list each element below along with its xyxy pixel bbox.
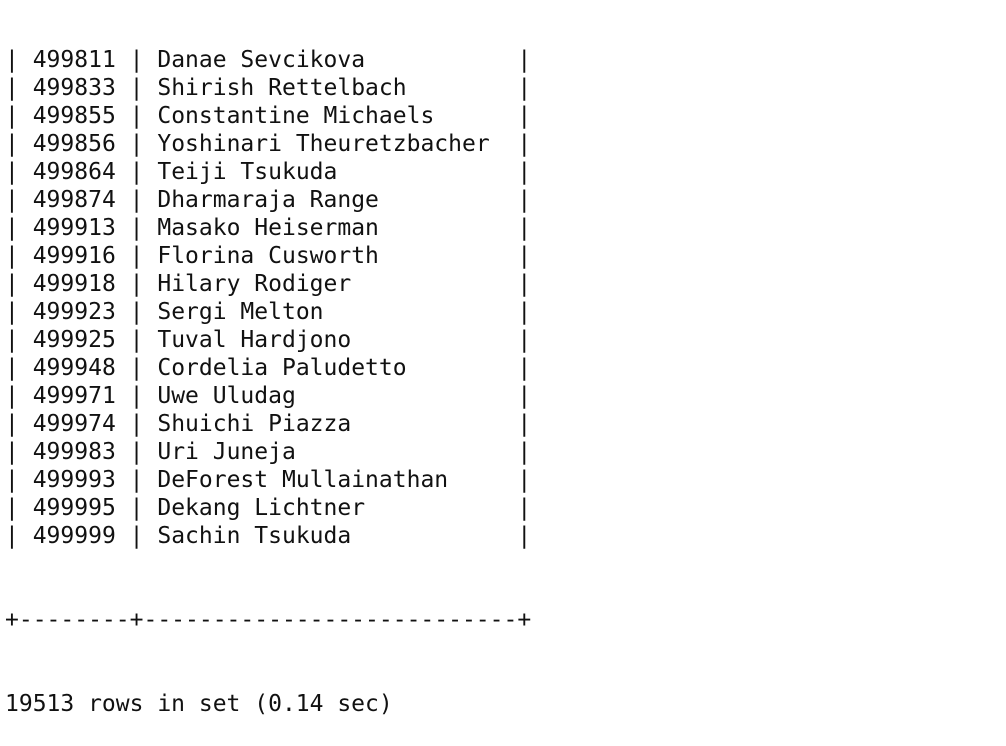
row-id: 499864 — [32, 159, 116, 185]
row-id: 499925 — [32, 327, 116, 353]
query-status: 19513 rows in set (0.14 sec) — [5, 691, 393, 717]
row-id: 499948 — [32, 355, 116, 381]
row-name: Hilary Rodiger — [157, 271, 352, 297]
row-name: Uwe Uludag — [157, 383, 296, 409]
row-name: Teiji Tsukuda — [157, 159, 338, 185]
row-id: 499811 — [32, 47, 116, 73]
row-id: 499974 — [32, 411, 116, 437]
row-id: 499999 — [32, 523, 116, 549]
table-row: | 499856 | Yoshinari Theuretzbacher | — [5, 131, 532, 157]
table-bottom-border: +--------+---------------------------+ — [5, 607, 532, 633]
row-name: Constantine Michaels — [157, 103, 435, 129]
table-row: | 499983 | Uri Juneja | — [5, 439, 532, 465]
row-name: Dekang Lichtner — [157, 495, 366, 521]
table-row: | 499918 | Hilary Rodiger | — [5, 271, 532, 297]
terminal-output[interactable]: | 499811 | Danae Sevcikova | | 499833 | S… — [5, 0, 1005, 746]
row-name: Uri Juneja — [157, 439, 296, 465]
table-row: | 499974 | Shuichi Piazza | — [5, 411, 532, 437]
row-name: Yoshinari Theuretzbacher — [157, 131, 490, 157]
row-id: 499856 — [32, 131, 116, 157]
row-id: 499833 — [32, 75, 116, 101]
row-name: Masako Heiserman — [157, 215, 379, 241]
table-row: | 499971 | Uwe Uludag | — [5, 383, 532, 409]
table-row: | 499864 | Teiji Tsukuda | — [5, 159, 532, 185]
row-name: Florina Cusworth — [157, 243, 379, 269]
row-id: 499874 — [32, 187, 116, 213]
row-id: 499971 — [32, 383, 116, 409]
table-row: | 499995 | Dekang Lichtner | — [5, 495, 532, 521]
row-id: 499913 — [32, 215, 116, 241]
table-row: | 499923 | Sergi Melton | — [5, 299, 532, 325]
row-name: Sergi Melton — [157, 299, 324, 325]
row-name: Shirish Rettelbach — [157, 75, 407, 101]
table-row: | 499993 | DeForest Mullainathan | — [5, 467, 532, 493]
row-id: 499995 — [32, 495, 116, 521]
row-id: 499923 — [32, 299, 116, 325]
row-name: Cordelia Paludetto — [157, 355, 407, 381]
row-id: 499983 — [32, 439, 116, 465]
row-id: 499993 — [32, 467, 116, 493]
row-name: DeForest Mullainathan — [157, 467, 449, 493]
table-row: | 499833 | Shirish Rettelbach | — [5, 75, 532, 101]
row-id: 499916 — [32, 243, 116, 269]
table-row: | 499874 | Dharmaraja Range | — [5, 187, 532, 213]
result-table: | 499811 | Danae Sevcikova | | 499833 | S… — [5, 46, 1005, 550]
row-name: Tuval Hardjono — [157, 327, 352, 353]
table-row: | 499913 | Masako Heiserman | — [5, 215, 532, 241]
table-row: | 499925 | Tuval Hardjono | — [5, 327, 532, 353]
table-row: | 499948 | Cordelia Paludetto | — [5, 355, 532, 381]
table-row: | 499811 | Danae Sevcikova | — [5, 47, 532, 73]
row-id: 499855 — [32, 103, 116, 129]
table-row: | 499999 | Sachin Tsukuda | — [5, 523, 532, 549]
row-name: Shuichi Piazza — [157, 411, 352, 437]
row-id: 499918 — [32, 271, 116, 297]
table-row: | 499855 | Constantine Michaels | — [5, 103, 532, 129]
row-name: Sachin Tsukuda — [157, 523, 352, 549]
table-row: | 499916 | Florina Cusworth | — [5, 243, 532, 269]
row-name: Danae Sevcikova — [157, 47, 366, 73]
row-name: Dharmaraja Range — [157, 187, 379, 213]
